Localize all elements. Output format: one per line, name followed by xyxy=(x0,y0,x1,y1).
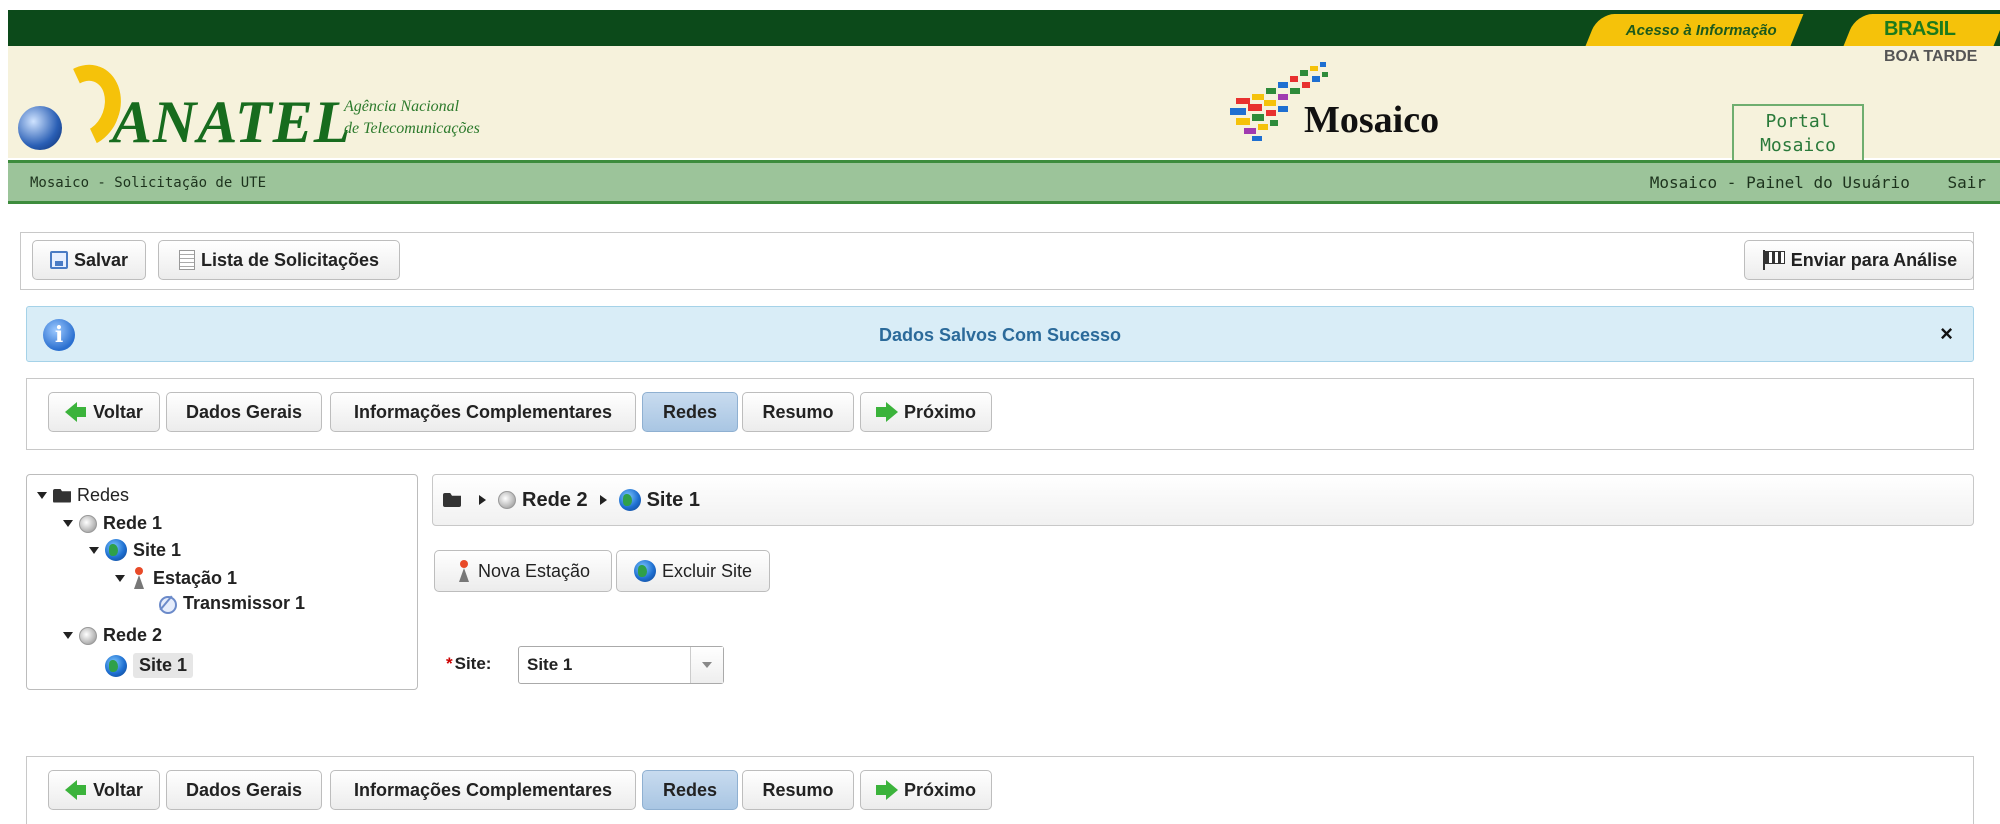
save-icon xyxy=(49,251,68,269)
page: Acesso à Informação BRASIL ANATEL Agênci… xyxy=(0,0,2000,824)
breadcrumb: Rede 2 Site 1 xyxy=(432,474,1974,526)
chevron-right-icon xyxy=(479,495,486,505)
anatel-subtitle-line1: Agência Nacional xyxy=(344,98,460,115)
anatel-subtitle-line2: de Telecomunicações xyxy=(344,120,480,137)
breadcrumb-site[interactable]: Site 1 xyxy=(647,489,700,512)
proximo-label: Próximo xyxy=(903,401,977,422)
arrow-left-icon xyxy=(65,402,87,422)
tree-label-rede-2-site-1: Site 1 xyxy=(133,653,194,678)
excluir-site-button[interactable]: Excluir Site xyxy=(616,550,770,592)
nav-strip: Mosaico - Solicitação de UTE Mosaico - P… xyxy=(8,160,2000,204)
breadcrumb-rede[interactable]: Rede 2 xyxy=(522,489,588,512)
list-icon xyxy=(178,250,195,270)
voltar-button-bottom[interactable]: Voltar xyxy=(48,770,160,810)
transmitter-icon xyxy=(157,594,177,614)
tree-label-rede-2: Rede 2 xyxy=(103,625,163,645)
globe-icon xyxy=(618,489,641,511)
arrow-right-icon xyxy=(875,780,898,800)
network-icon xyxy=(79,626,97,645)
tree-node-redes[interactable]: Redes xyxy=(37,485,129,506)
save-button[interactable]: Salvar xyxy=(32,240,146,280)
portal-tab-line1: Portal xyxy=(1765,111,1831,132)
user-nav: Mosaico - Painel do Usuário Sair xyxy=(1650,173,2000,192)
success-message: i Dados Salvos Com Sucesso × xyxy=(26,306,1974,362)
tree-label-transmissor-1: Transmissor 1 xyxy=(183,593,306,613)
globe-icon xyxy=(105,539,127,561)
expand-icon[interactable] xyxy=(63,520,73,527)
network-icon xyxy=(79,514,97,533)
chevron-right-icon xyxy=(599,495,607,505)
anatel-subtitle: Agência Nacional de Telecomunicações xyxy=(344,96,480,140)
proximo-button-bottom[interactable]: Próximo xyxy=(860,770,992,810)
enviar-analise-label: Enviar para Análise xyxy=(1790,249,1958,270)
folder-open-icon[interactable] xyxy=(443,493,461,507)
step-resumo-top[interactable]: Resumo xyxy=(742,392,854,432)
flag-icon xyxy=(1761,250,1785,270)
expand-icon[interactable] xyxy=(89,546,99,554)
page-title: Mosaico - Solicitação de UTE xyxy=(30,175,267,191)
lista-solicitacoes-button[interactable]: Lista de Solicitações xyxy=(158,240,400,280)
mosaico-title: Mosaico xyxy=(1304,99,1440,141)
sair-link[interactable]: Sair xyxy=(1947,173,1986,192)
arrow-left-icon xyxy=(65,780,87,800)
tree-node-transmissor-1[interactable]: Transmissor 1 xyxy=(157,593,305,614)
anatel-logo-globe-icon xyxy=(18,106,62,150)
globe-icon xyxy=(633,560,656,582)
acesso-informacao-label: Acesso à Informação xyxy=(1626,21,1777,39)
expand-icon[interactable] xyxy=(63,632,73,639)
tree-node-rede-2[interactable]: Rede 2 xyxy=(63,625,162,646)
expand-icon[interactable] xyxy=(115,574,125,582)
tree-node-estacao-1[interactable]: Estação 1 xyxy=(115,567,237,589)
nova-estacao-label: Nova Estação xyxy=(477,560,591,581)
voltar-label: Voltar xyxy=(93,401,143,422)
acesso-informacao-link[interactable]: Acesso à Informação xyxy=(1585,14,1804,46)
required-marker: * xyxy=(446,654,453,673)
folder-open-icon xyxy=(53,488,71,503)
step-dados-gerais-top[interactable]: Dados Gerais xyxy=(166,392,322,432)
close-icon[interactable]: × xyxy=(1940,321,1953,347)
redes-tree: Redes Rede 1 Site 1 Estação 1 Transmisso… xyxy=(26,474,418,690)
tree-node-site-1[interactable]: Site 1 xyxy=(89,539,181,561)
success-message-text: Dados Salvos Com Sucesso xyxy=(878,325,1122,345)
excluir-site-label: Excluir Site xyxy=(661,560,753,581)
site-select-value[interactable]: Site 1 xyxy=(519,647,691,683)
step-resumo-bottom[interactable]: Resumo xyxy=(742,770,854,810)
step-redes-bottom[interactable]: Redes xyxy=(642,770,738,810)
brasil-label: BRASIL xyxy=(1884,18,1956,40)
painel-usuario-link[interactable]: Mosaico - Painel do Usuário xyxy=(1650,173,1910,192)
greeting: BOA TARDE xyxy=(1884,48,1978,65)
network-icon xyxy=(498,491,516,509)
enviar-analise-button[interactable]: Enviar para Análise xyxy=(1744,240,1974,280)
proximo-label: Próximo xyxy=(903,779,977,800)
arrow-right-icon xyxy=(875,402,898,422)
nova-estacao-button[interactable]: Nova Estação xyxy=(434,550,612,592)
site-label: Site: xyxy=(454,654,492,673)
step-informacoes-top[interactable]: Informações Complementares xyxy=(330,392,636,432)
antenna-icon xyxy=(456,560,472,582)
tree-node-rede-2-site-1[interactable]: Site 1 xyxy=(105,653,194,678)
expand-icon[interactable] xyxy=(37,492,47,499)
step-redes-top[interactable]: Redes xyxy=(642,392,738,432)
portal-tab-line2: Mosaico xyxy=(1760,135,1836,156)
portal-mosaico-tab[interactable]: Portal Mosaico xyxy=(1732,104,1864,160)
chevron-down-icon xyxy=(702,662,712,668)
step-dados-gerais-bottom[interactable]: Dados Gerais xyxy=(166,770,322,810)
tree-node-rede-1[interactable]: Rede 1 xyxy=(63,513,162,534)
dropdown-button[interactable] xyxy=(691,647,723,683)
site-field-label: * Site: xyxy=(446,654,491,674)
voltar-label: Voltar xyxy=(93,779,143,800)
anatel-logo: ANATEL xyxy=(112,89,352,155)
antenna-icon xyxy=(131,567,147,589)
tree-label-site-1: Site 1 xyxy=(133,539,182,560)
step-informacoes-bottom[interactable]: Informações Complementares xyxy=(330,770,636,810)
tree-label-rede-1: Rede 1 xyxy=(103,513,163,533)
tree-label-estacao-1: Estação 1 xyxy=(153,567,238,588)
voltar-button-top[interactable]: Voltar xyxy=(48,392,160,432)
site-select[interactable]: Site 1 xyxy=(518,646,724,684)
save-label: Salvar xyxy=(73,249,129,270)
lista-solicitacoes-label: Lista de Solicitações xyxy=(200,249,380,270)
globe-icon xyxy=(105,654,127,677)
tree-label-redes: Redes xyxy=(77,485,130,505)
proximo-button-top[interactable]: Próximo xyxy=(860,392,992,432)
